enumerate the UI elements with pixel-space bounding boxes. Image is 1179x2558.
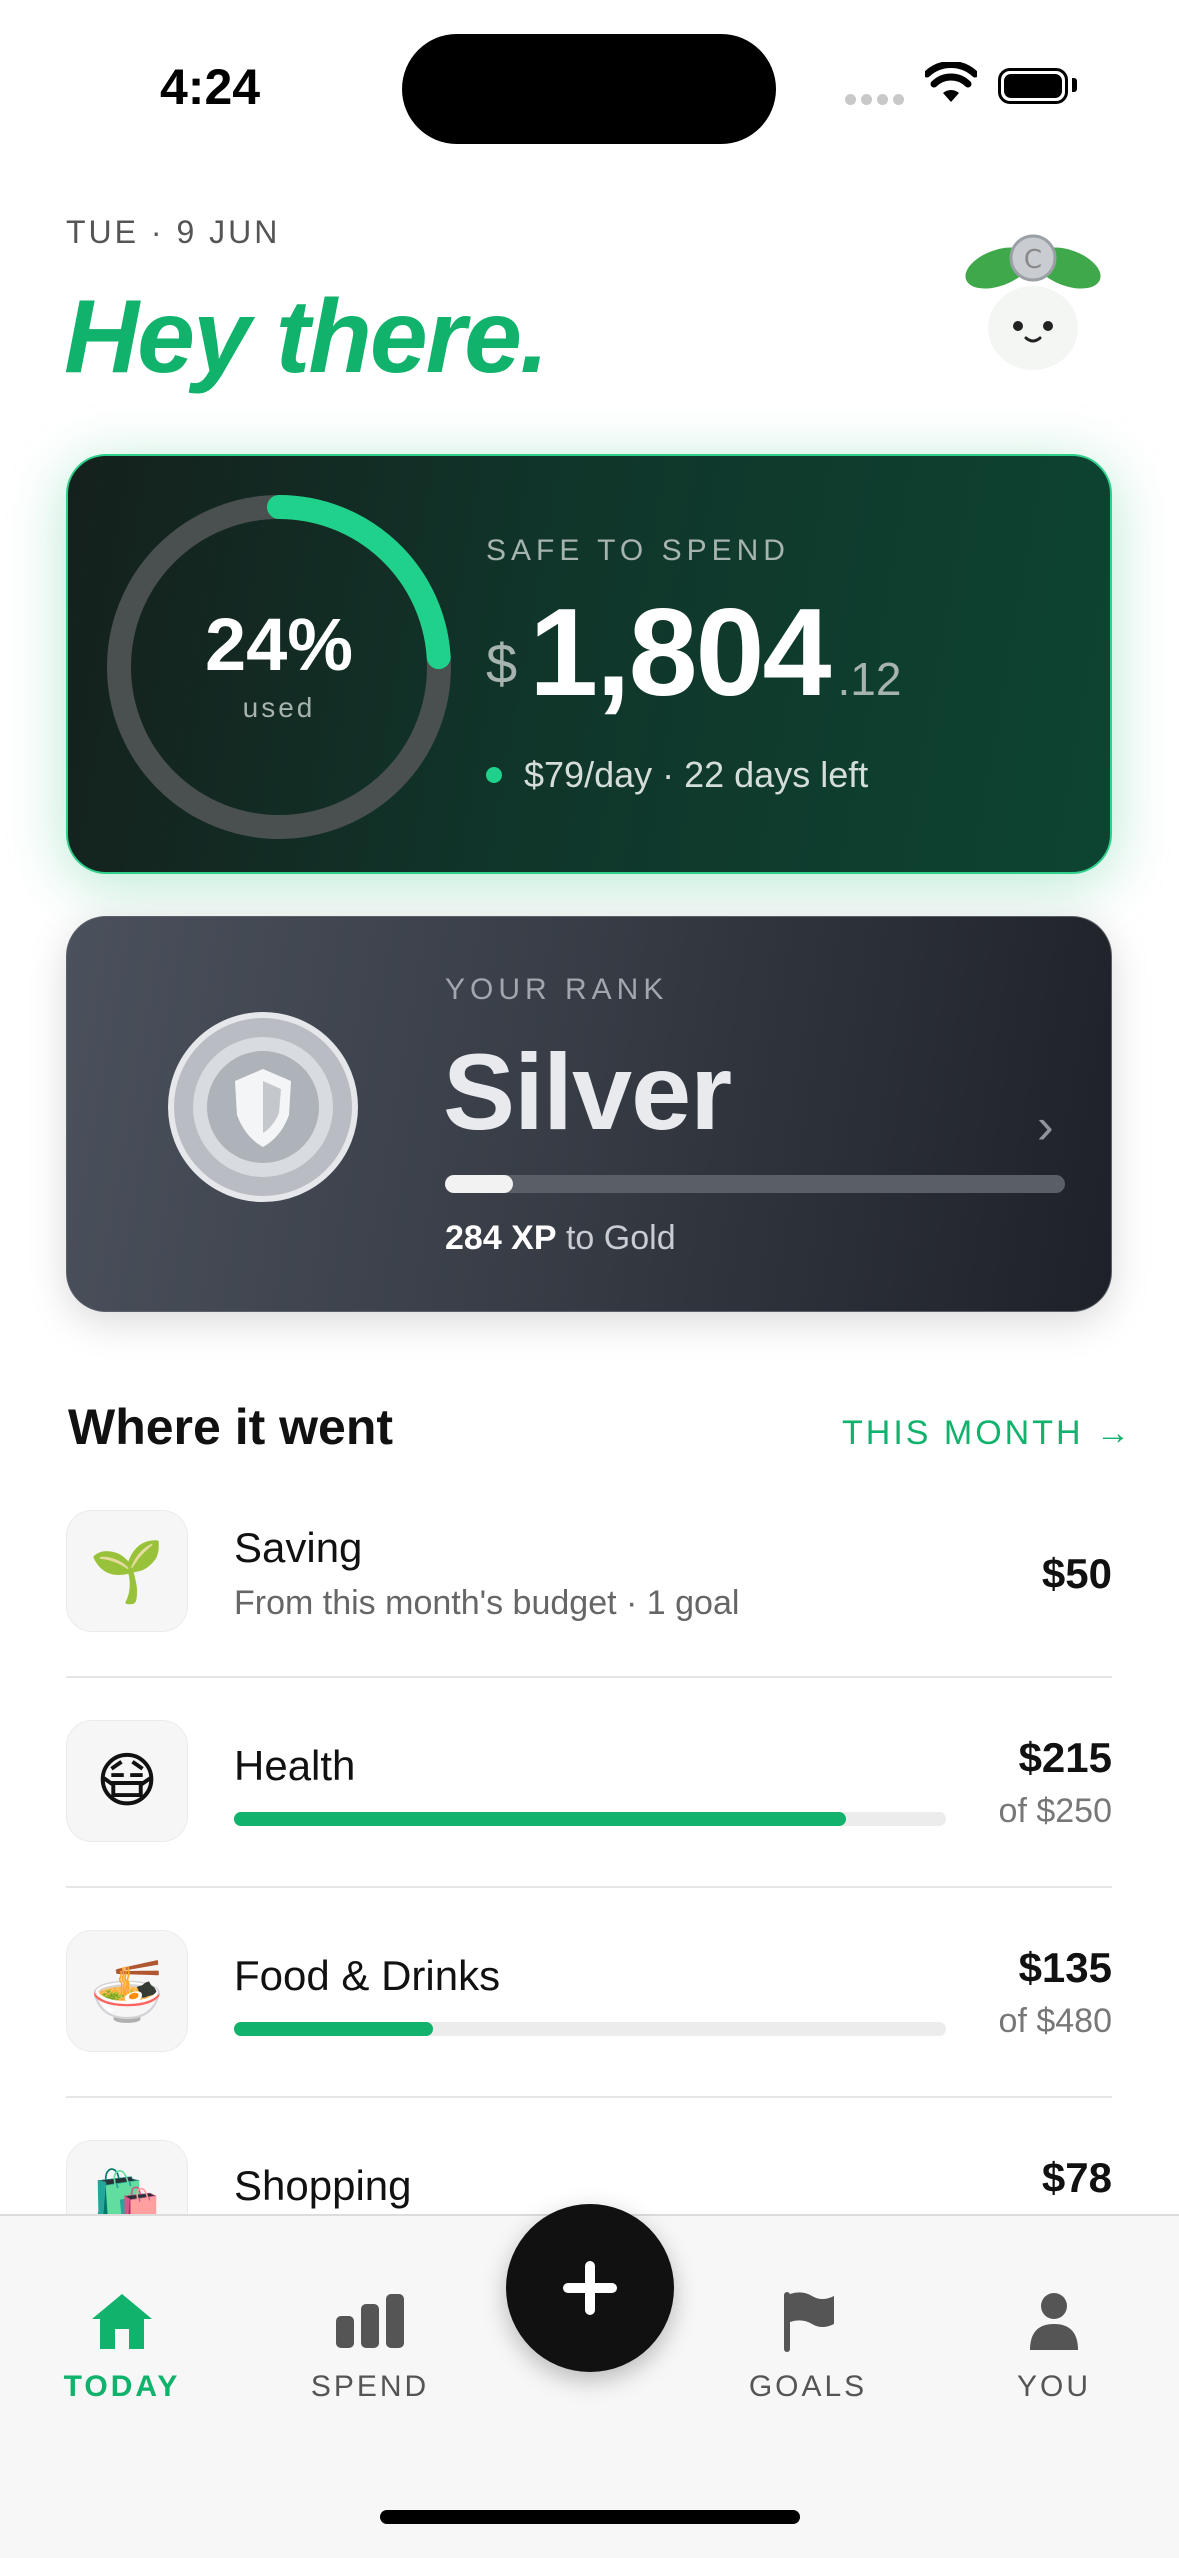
add-transaction-button[interactable] — [506, 2204, 674, 2372]
category-amount: $215 — [1018, 1734, 1112, 1781]
tab-label: YOU — [1016, 2370, 1091, 2403]
rank-card[interactable]: YOUR RANK Silver › 284 XP to Gold — [66, 916, 1112, 1312]
category-name: Food & Drinks — [234, 1952, 501, 1999]
xp-to-next-rank: 284 XP to Gold — [445, 1219, 676, 1258]
dynamic-island — [402, 34, 776, 144]
daily-allowance-text: $79/day · 22 days left — [524, 754, 869, 795]
category-progress-fill — [234, 1812, 847, 1826]
seedling-icon: 🌱 — [66, 1510, 188, 1632]
currency-symbol: $ — [486, 632, 518, 695]
tab-label: SPEND — [310, 2370, 430, 2403]
xp-suffix: to Gold — [556, 1219, 676, 1257]
tab-goals[interactable]: GOALS — [718, 2286, 898, 2404]
safe-to-spend-amount: $1,804.12 — [486, 582, 901, 724]
tab-label: TODAY — [63, 2370, 181, 2403]
xp-value: 284 XP — [445, 1219, 557, 1257]
status-time: 4:24 — [160, 59, 261, 115]
person-icon — [964, 2286, 1144, 2356]
daily-allowance: $79/day · 22 days left — [486, 754, 868, 796]
tab-today[interactable]: TODAY — [32, 2286, 212, 2404]
shopping-bags-icon: 🛍️ — [66, 2140, 188, 2214]
category-row-food-drinks[interactable]: 🍜 Food & Drinks $135 of $480 — [66, 1930, 1112, 2054]
this-month-link[interactable]: THIS MONTH → — [842, 1414, 1133, 1453]
section-title: Where it went — [68, 1399, 394, 1455]
flag-icon — [718, 2286, 898, 2356]
battery-tip — [1072, 78, 1077, 92]
category-name: Shopping — [234, 2162, 412, 2209]
category-name: Health — [234, 1742, 356, 1789]
bar-chart-icon — [280, 2286, 460, 2356]
svg-text:C: C — [1024, 245, 1042, 275]
rank-label: YOUR RANK — [445, 973, 669, 1006]
mask-face-icon: 😷 — [66, 1720, 188, 1842]
silver-medal-icon — [168, 1012, 358, 1202]
category-amount: $135 — [1018, 1944, 1112, 1991]
home-icon — [32, 2286, 212, 2356]
amount-whole: 1,804 — [529, 584, 831, 722]
divider — [66, 1676, 1112, 1678]
category-amount: $50 — [1041, 1550, 1112, 1597]
category-row-shopping[interactable]: 🛍️ Shopping $78 — [66, 2140, 1112, 2214]
cellular-signal-icon — [845, 92, 909, 110]
tab-you[interactable]: YOU — [964, 2286, 1144, 2404]
category-progress-bar — [234, 2022, 946, 2036]
greeting-title: Hey there. — [64, 279, 549, 395]
used-label: used — [242, 692, 316, 723]
divider — [66, 2096, 1112, 2098]
status-dot — [486, 767, 502, 783]
home-indicator — [380, 2510, 800, 2524]
category-budget: of $250 — [998, 1792, 1112, 1830]
safe-to-spend-card[interactable]: 24% used SAFE TO SPEND $1,804.12 $79/day… — [66, 454, 1112, 874]
noodle-bowl-icon: 🍜 — [66, 1930, 188, 2052]
date-label: TUE · 9 JUN — [66, 214, 281, 250]
tab-spend[interactable]: SPEND — [280, 2286, 460, 2404]
plus-icon — [563, 2261, 617, 2315]
category-amount: $78 — [1041, 2154, 1112, 2201]
divider — [66, 1886, 1112, 1888]
rank-name: Silver — [443, 1031, 732, 1152]
category-subtitle: From this month's budget · 1 goal — [234, 1584, 740, 1622]
chevron-right-icon[interactable]: › — [1037, 1097, 1054, 1155]
category-name: Saving — [234, 1524, 363, 1571]
category-budget: of $480 — [998, 2002, 1112, 2040]
tab-label: GOALS — [748, 2370, 868, 2403]
category-progress-bar — [234, 1812, 946, 1826]
category-row-saving[interactable]: 🌱 Saving From this month's budget · 1 go… — [66, 1510, 1112, 1634]
used-percent: 24% — [204, 603, 354, 686]
mascot-avatar-icon[interactable]: C — [958, 228, 1108, 378]
battery-icon — [998, 68, 1068, 104]
safe-to-spend-label: SAFE TO SPEND — [486, 534, 790, 567]
category-progress-fill — [234, 2022, 434, 2036]
xp-progress-fill — [445, 1175, 514, 1193]
amount-cents: .12 — [837, 653, 902, 705]
xp-progress-bar — [445, 1175, 1065, 1193]
category-row-health[interactable]: 😷 Health $215 of $250 — [66, 1720, 1112, 1844]
wifi-icon — [925, 62, 977, 102]
status-bar: 4:24 — [0, 0, 1179, 150]
